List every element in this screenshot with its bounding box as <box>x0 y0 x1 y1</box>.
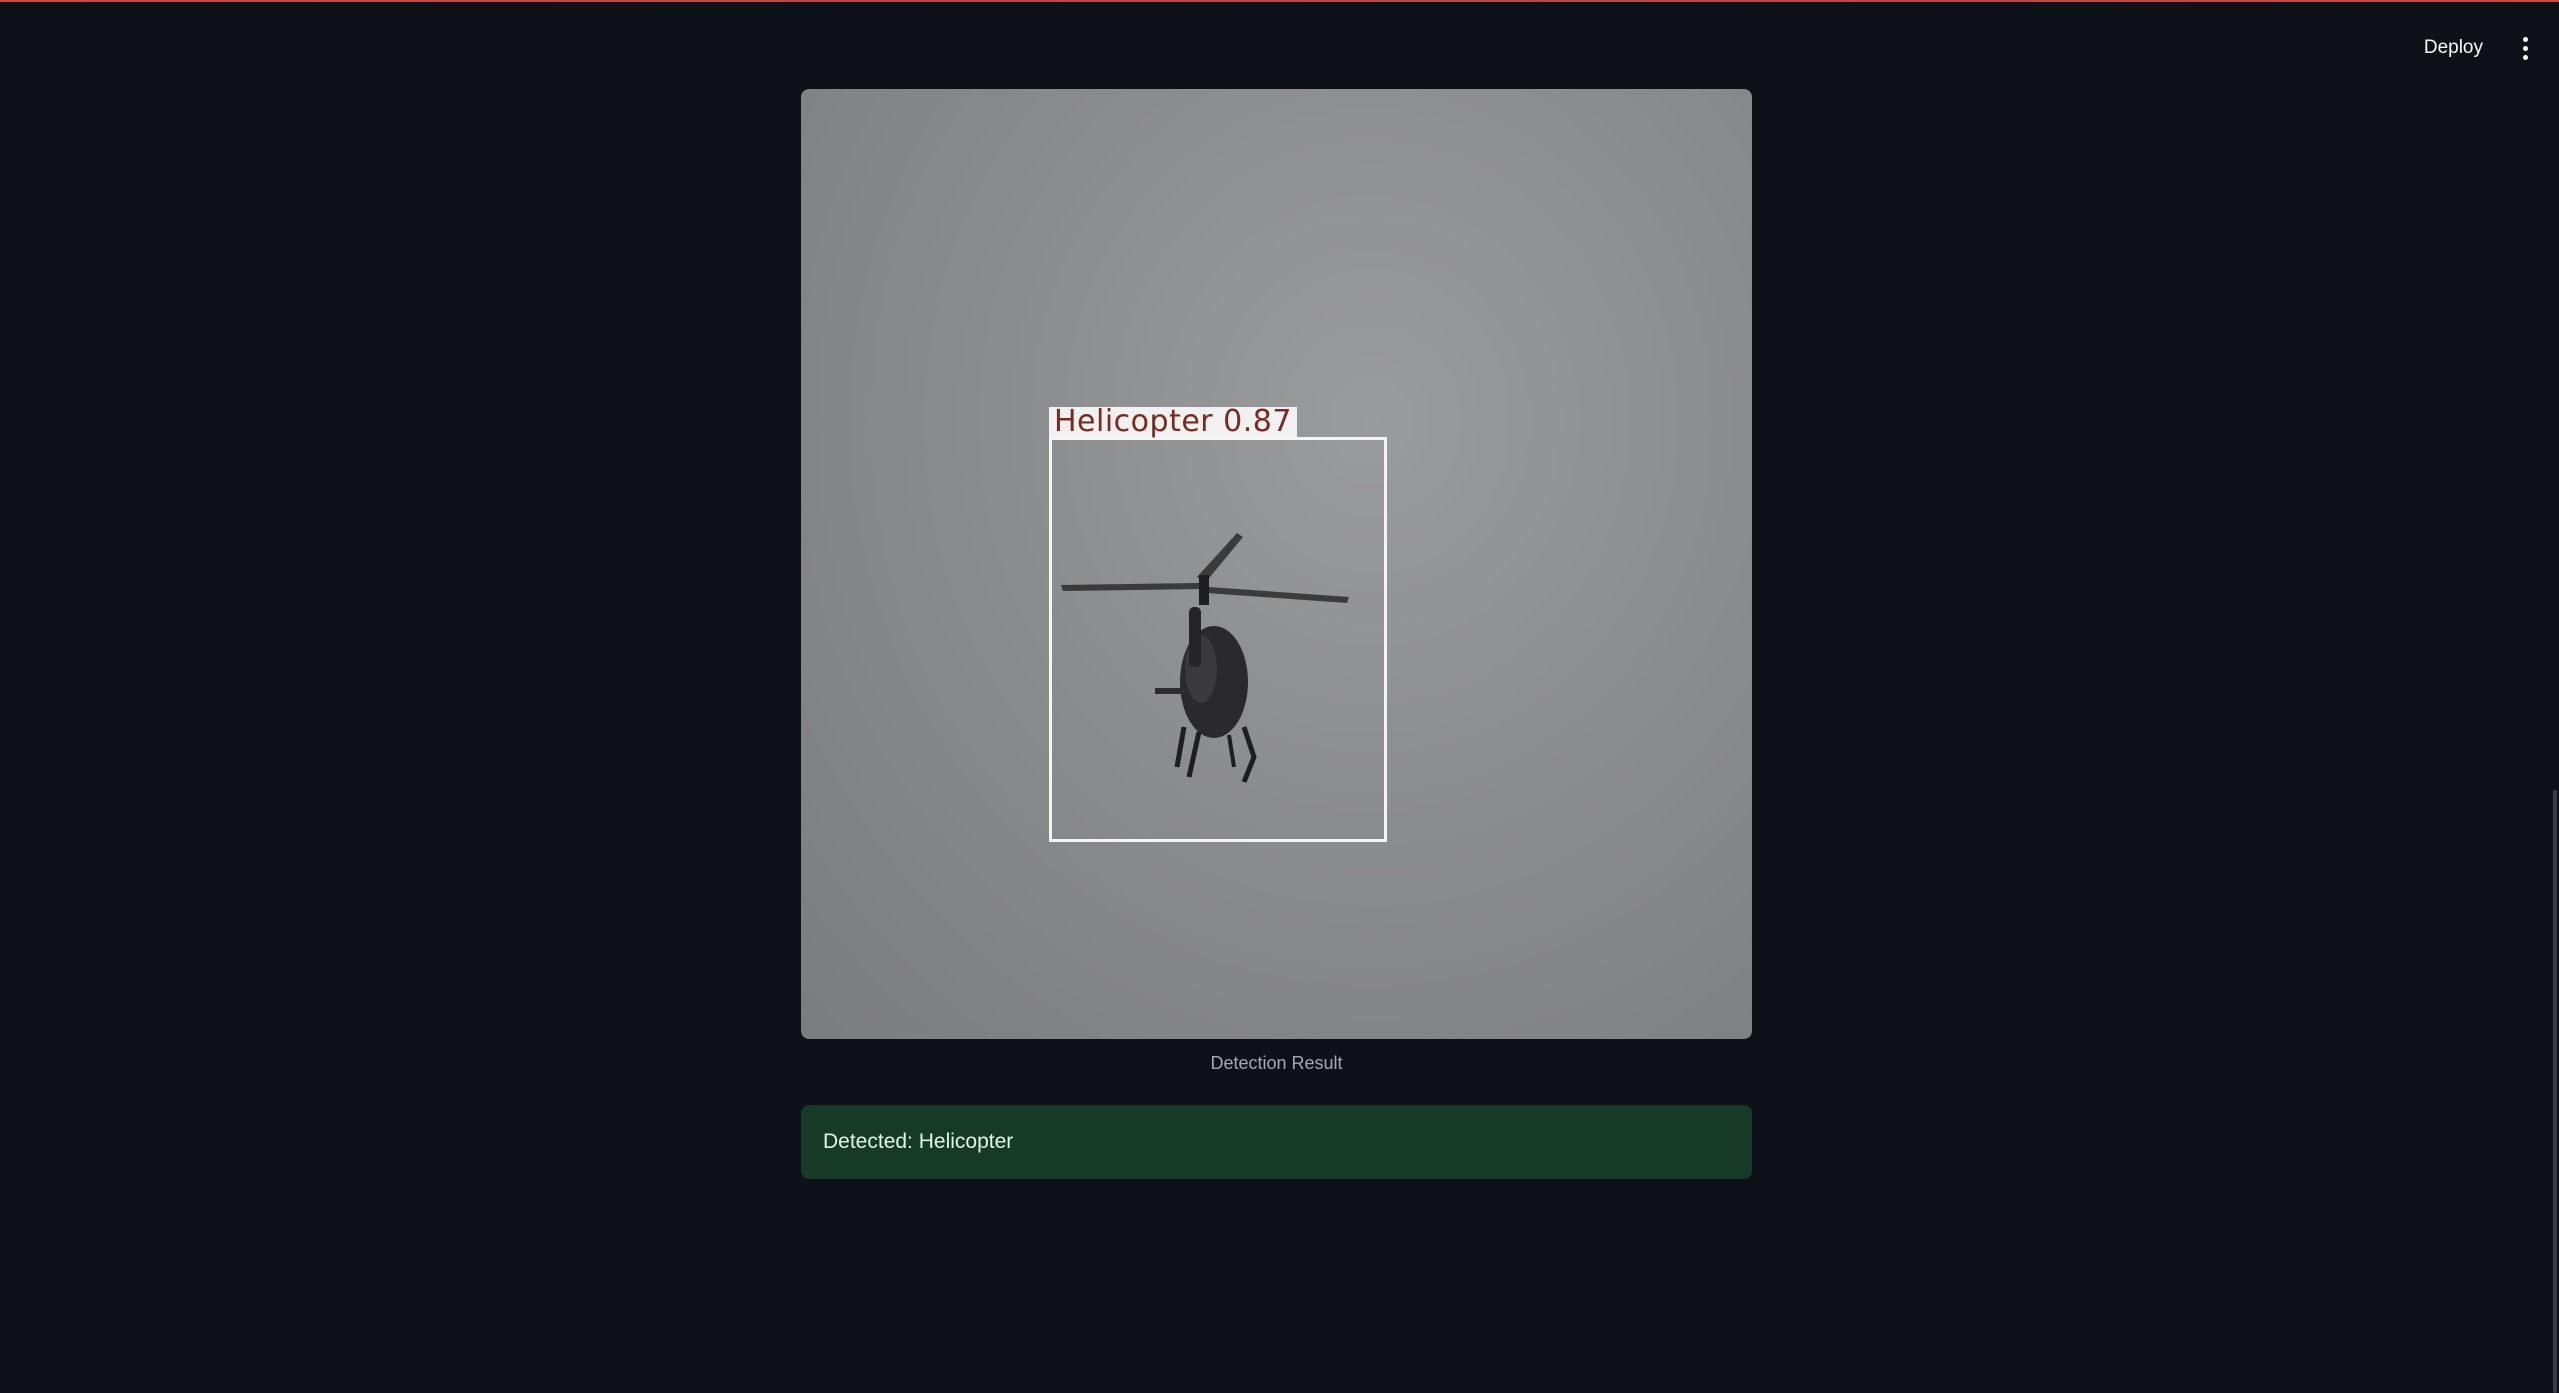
kebab-menu-icon <box>2522 36 2528 42</box>
image-caption: Detection Result <box>1210 1053 1343 1073</box>
deploy-button[interactable]: Deploy <box>2410 26 2497 70</box>
bounding-box <box>1049 437 1387 842</box>
main-menu-button[interactable] <box>2507 28 2543 68</box>
detection-image: Helicopter 0.87 <box>801 89 1752 1039</box>
page-scrollbar[interactable] <box>2549 0 2559 1393</box>
scrollbar-thumb[interactable] <box>2553 790 2557 1393</box>
success-alert: Detected: Helicopter <box>801 1105 1752 1179</box>
bounding-box-label: Helicopter 0.87 <box>1049 407 1297 437</box>
success-alert-message: Detected: Helicopter <box>823 1130 1014 1153</box>
app-header: Deploy <box>0 2 2559 92</box>
